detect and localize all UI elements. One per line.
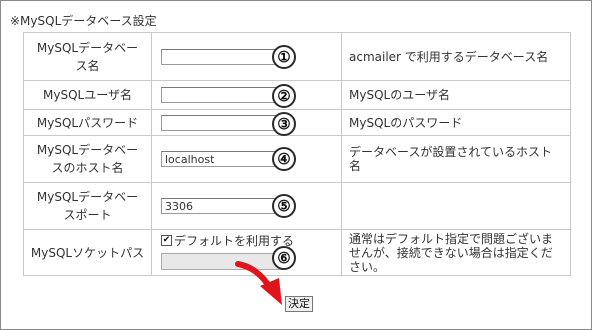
db-port-cell: ⑤ — [151, 182, 342, 230]
db-port-input[interactable] — [161, 198, 283, 214]
table-row: MySQLソケットパス ✔ デフォルトを利用する ⑥ 通常はデフォルト指定で問題… — [23, 229, 571, 276]
annotation-arrow-icon — [235, 261, 282, 305]
db-name-label-text: MySQLデータベース名 — [36, 40, 139, 73]
db-host-input[interactable] — [161, 151, 283, 167]
db-host-label: MySQLデータベースのホスト名 — [23, 135, 152, 183]
db-name-input[interactable] — [161, 48, 283, 65]
db-user-description: MySQLのユーザ名 — [341, 80, 571, 110]
marker-3: ③ — [272, 112, 296, 136]
socket-path-label: MySQLソケットパス — [23, 229, 152, 276]
submit-button[interactable]: 決定 — [285, 296, 313, 312]
db-host-description: データベースが設置されているホスト名 — [341, 135, 571, 183]
db-port-label: MySQLデータベースポート — [23, 182, 152, 230]
table-row: MySQLデータベースのホスト名 ④ データベースが設置されているホスト名 — [23, 135, 571, 183]
mysql-settings-table: MySQLデータベース名 ① acmailer で利用するデータベース名 MyS… — [23, 32, 571, 276]
table-row: MySQLデータベースポート ⑤ — [23, 182, 571, 230]
db-host-cell: ④ — [151, 135, 342, 183]
db-password-description: MySQLのパスワード — [341, 109, 571, 136]
table-row: MySQLユーザ名 ② MySQLのユーザ名 — [23, 80, 571, 110]
default-checkbox[interactable]: ✔ — [161, 235, 172, 246]
db-password-cell: ③ — [151, 109, 342, 136]
db-user-cell: ② — [151, 80, 342, 110]
db-name-description: acmailer で利用するデータベース名 — [341, 32, 571, 81]
table-row: MySQLパスワード ③ MySQLのパスワード — [23, 109, 571, 136]
db-password-input[interactable] — [161, 114, 283, 131]
marker-1: ① — [272, 45, 296, 69]
section-title: ※MySQLデータベース設定 — [10, 14, 157, 28]
socket-path-description: 通常はデフォルト指定で問題ございませんが、接続できない場合は指定ください。 — [341, 229, 571, 276]
table-row: MySQLデータベース名 ① acmailer で利用するデータベース名 — [23, 32, 571, 81]
db-user-label: MySQLユーザ名 — [23, 80, 152, 110]
default-checkbox-label[interactable]: デフォルトを利用する — [174, 232, 294, 249]
marker-5: ⑤ — [272, 194, 296, 218]
db-port-label-text: MySQLデータベースポート — [36, 190, 139, 222]
db-host-label-text: MySQLデータベースのホスト名 — [36, 143, 139, 175]
db-name-label: MySQLデータベース名 — [23, 32, 152, 81]
db-password-label: MySQLパスワード — [23, 109, 152, 136]
marker-4: ④ — [272, 147, 296, 171]
marker-2: ② — [272, 84, 296, 108]
db-name-cell: ① — [151, 32, 342, 81]
db-port-description — [341, 182, 571, 230]
db-user-input[interactable] — [161, 87, 283, 103]
default-checkbox-row[interactable]: ✔ デフォルトを利用する — [161, 232, 341, 249]
